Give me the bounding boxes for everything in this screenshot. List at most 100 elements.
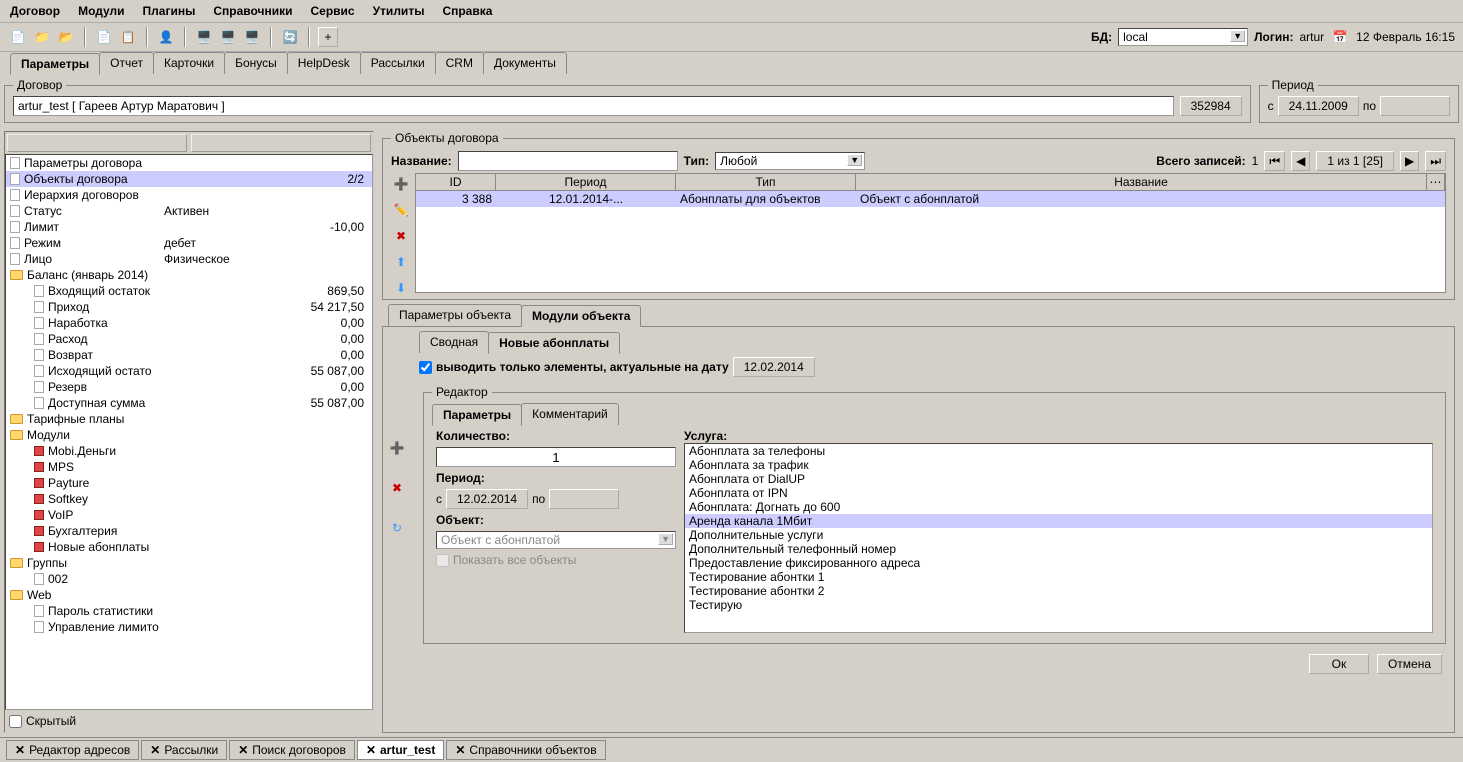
tree-row[interactable]: 002: [6, 571, 372, 587]
tree-row[interactable]: VoIP: [6, 507, 372, 523]
table-row[interactable]: 3 388 12.01.2014-... Абонплаты для объек…: [416, 191, 1445, 207]
page-last-button[interactable]: ⏭: [1425, 151, 1446, 171]
tab-Рассылки[interactable]: Рассылки: [360, 52, 436, 74]
tree-row[interactable]: Группы: [6, 555, 372, 571]
split-2[interactable]: [191, 134, 371, 152]
close-icon[interactable]: ✕: [15, 743, 25, 757]
service-item[interactable]: Абонплата от IPN: [685, 486, 1432, 500]
objtab-1[interactable]: Модули объекта: [521, 305, 641, 327]
add-icon[interactable]: ➕: [391, 177, 411, 191]
tab-Документы[interactable]: Документы: [483, 52, 567, 74]
delete-icon[interactable]: ✖: [391, 229, 411, 243]
tree-row[interactable]: Softkey: [6, 491, 372, 507]
new-icon[interactable]: 📄: [8, 27, 28, 47]
contract-title[interactable]: artur_test [ Гареев Артур Маратович ]: [13, 96, 1174, 116]
tree-row[interactable]: Исходящий остато55 087,00: [6, 363, 372, 379]
service-item[interactable]: Абонплата от DialUP: [685, 472, 1432, 486]
page-prev-button[interactable]: ◀: [1291, 151, 1310, 171]
hidden-checkbox[interactable]: Скрытый: [5, 710, 373, 732]
th-extra[interactable]: ⋯: [1427, 174, 1445, 190]
editor-from-button[interactable]: 12.02.2014: [446, 489, 528, 509]
tree-row[interactable]: Payture: [6, 475, 372, 491]
tree-row[interactable]: Объекты договора2/2: [6, 171, 372, 187]
tab-Карточки[interactable]: Карточки: [153, 52, 225, 74]
window1-icon[interactable]: 🖥️: [194, 27, 214, 47]
page-next-button[interactable]: ▶: [1400, 151, 1419, 171]
tab-Отчет[interactable]: Отчет: [99, 52, 154, 74]
bottomtab-Поиск договоров[interactable]: ✕Поиск договоров: [229, 740, 355, 760]
add2-icon[interactable]: ➕: [387, 438, 407, 458]
th-name[interactable]: Название: [856, 174, 1427, 190]
service-item[interactable]: Тестирование абонтки 2: [685, 584, 1432, 598]
period-from-button[interactable]: 24.11.2009: [1278, 96, 1359, 116]
objects-table[interactable]: ID Период Тип Название ⋯ 3 388 12.01.201…: [415, 173, 1446, 293]
tree-row[interactable]: Иерархия договоров: [6, 187, 372, 203]
service-item[interactable]: Предоставление фиксированного адреса: [685, 556, 1432, 570]
refresh-icon[interactable]: 🔄: [280, 27, 300, 47]
editortab-0[interactable]: Параметры: [432, 404, 522, 426]
cancel-button[interactable]: Отмена: [1377, 654, 1442, 674]
close-icon[interactable]: ✕: [455, 743, 465, 757]
close-icon[interactable]: ✕: [366, 743, 376, 757]
tab-Параметры[interactable]: Параметры: [10, 53, 100, 75]
tree-row[interactable]: Параметры договора: [6, 155, 372, 171]
filter-date-button[interactable]: 12.02.2014: [733, 357, 815, 377]
tree-row[interactable]: Наработка0,00: [6, 315, 372, 331]
tree-row[interactable]: Тарифные планы: [6, 411, 372, 427]
down-icon[interactable]: ⬇: [391, 281, 411, 295]
tree-row[interactable]: Бухгалтерия: [6, 523, 372, 539]
qty-input[interactable]: [436, 447, 676, 467]
tree-row[interactable]: Лимит-10,00: [6, 219, 372, 235]
name-input[interactable]: [458, 151, 678, 171]
copy-icon[interactable]: 📋: [118, 27, 138, 47]
editor-to-button[interactable]: [549, 489, 619, 509]
modtab-1[interactable]: Новые абонплаты: [488, 332, 620, 354]
doc-icon[interactable]: 📄: [94, 27, 114, 47]
tree-row[interactable]: ЛицоФизическое: [6, 251, 372, 267]
menu-Модули[interactable]: Модули: [78, 4, 124, 18]
tree-row[interactable]: СтатусАктивен: [6, 203, 372, 219]
th-id[interactable]: ID: [416, 174, 496, 190]
tab-HelpDesk[interactable]: HelpDesk: [287, 52, 361, 74]
service-list[interactable]: Абонплата за телефоныАбонплата за трафик…: [684, 443, 1433, 633]
date-filter-check[interactable]: выводить только элементы, актуальные на …: [419, 353, 1450, 381]
menu-Справочники[interactable]: Справочники: [213, 4, 292, 18]
tree-row[interactable]: Пароль статистики: [6, 603, 372, 619]
editortab-1[interactable]: Комментарий: [521, 403, 619, 425]
service-item[interactable]: Тестирую: [685, 598, 1432, 612]
tree-row[interactable]: Модули: [6, 427, 372, 443]
service-item[interactable]: Тестирование абонтки 1: [685, 570, 1432, 584]
tree-row[interactable]: Возврат0,00: [6, 347, 372, 363]
open-icon[interactable]: 📁: [32, 27, 52, 47]
close-icon[interactable]: ✕: [150, 743, 160, 757]
service-item[interactable]: Абонплата за трафик: [685, 458, 1432, 472]
service-item[interactable]: Абонплата: Догнать до 600: [685, 500, 1432, 514]
menu-Справка[interactable]: Справка: [442, 4, 492, 18]
service-item[interactable]: Дополнительный телефонный номер: [685, 542, 1432, 556]
bottomtab-Справочники объектов[interactable]: ✕Справочники объектов: [446, 740, 605, 760]
up-icon[interactable]: ⬆: [391, 255, 411, 269]
period-to-button[interactable]: [1380, 96, 1450, 116]
tree-row[interactable]: Доступная сумма55 087,00: [6, 395, 372, 411]
ok-button[interactable]: Ок: [1309, 654, 1369, 674]
window3-icon[interactable]: 🖥️: [242, 27, 262, 47]
tree-row[interactable]: Расход0,00: [6, 331, 372, 347]
contract-id-button[interactable]: 352984: [1180, 96, 1242, 116]
tab-Бонусы[interactable]: Бонусы: [224, 52, 288, 74]
tree-row[interactable]: Баланс (январь 2014): [6, 267, 372, 283]
edit-icon[interactable]: ✏️: [391, 203, 411, 217]
tree-row[interactable]: Новые абонплаты: [6, 539, 372, 555]
bottomtab-artur_test[interactable]: ✕artur_test: [357, 740, 444, 760]
user-icon[interactable]: 👤: [156, 27, 176, 47]
refresh2-icon[interactable]: ↻: [387, 518, 407, 538]
tree-row[interactable]: Резерв0,00: [6, 379, 372, 395]
tree-row[interactable]: Входящий остаток869,50: [6, 283, 372, 299]
bottomtab-Редактор адресов[interactable]: ✕Редактор адресов: [6, 740, 139, 760]
th-type[interactable]: Тип: [676, 174, 856, 190]
menu-Плагины[interactable]: Плагины: [143, 4, 196, 18]
tree[interactable]: Параметры договораОбъекты договора2/2Иер…: [5, 154, 373, 710]
plus-icon[interactable]: +: [318, 27, 338, 47]
split-1[interactable]: [7, 134, 187, 152]
window2-icon[interactable]: 🖥️: [218, 27, 238, 47]
tree-row[interactable]: Mobi.Деньги: [6, 443, 372, 459]
